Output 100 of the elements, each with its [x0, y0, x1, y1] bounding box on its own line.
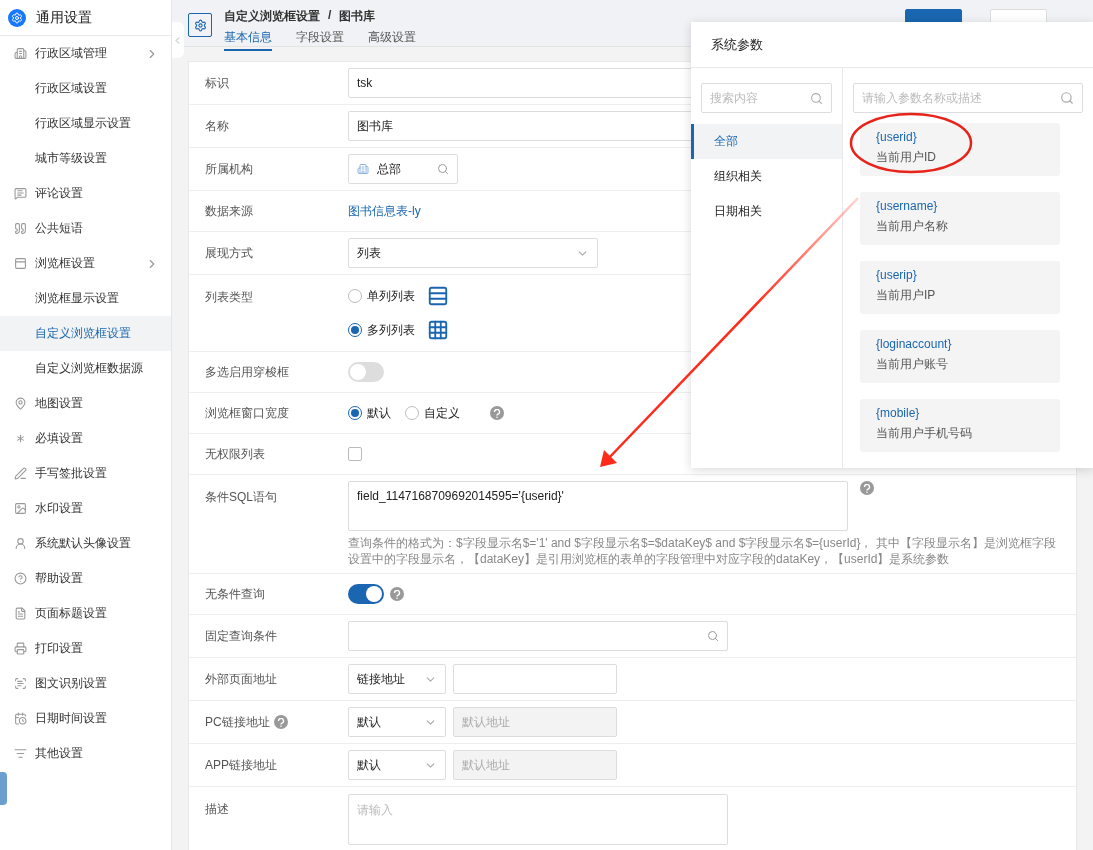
param-description: 当前用户ID [876, 149, 937, 166]
param-description: 当前用户名称 [876, 218, 949, 235]
settings-icon [188, 13, 212, 37]
field-label: 标识 [205, 74, 229, 92]
rows-icon [427, 285, 449, 307]
sidebar-item[interactable]: 浏览框设置 [0, 246, 171, 281]
field-label: 列表类型 [205, 289, 253, 306]
tab[interactable]: 高级设置 [368, 29, 416, 51]
param-description: 当前用户账号 [876, 356, 949, 373]
param-code: {username} [876, 199, 939, 213]
tab[interactable]: 基本信息 [224, 29, 272, 51]
param-card[interactable]: {userip} 当前用户IP [860, 261, 1060, 314]
sidebar-item[interactable]: 评论设置 [0, 176, 171, 211]
field-label: 固定查询条件 [205, 627, 277, 645]
grid-icon [427, 319, 449, 341]
search-icon [1060, 91, 1074, 105]
link-type-select[interactable]: 链接地址 [348, 664, 446, 694]
sidebar-item[interactable]: 地图设置 [0, 386, 171, 421]
expand-handle[interactable] [0, 772, 7, 805]
sidebar-subitem[interactable]: 浏览框显示设置 [0, 281, 171, 316]
tab[interactable]: 字段设置 [296, 29, 344, 51]
sidebar-item[interactable]: 图文识别设置 [0, 666, 171, 701]
menu-item-icon [14, 397, 27, 410]
field-label: 名称 [205, 117, 229, 135]
menu-item-icon [14, 502, 27, 515]
popover-title: 系统参数 [711, 35, 763, 54]
param-card[interactable]: {username} 当前用户名称 [860, 192, 1060, 245]
collapse-handle[interactable] [172, 22, 184, 58]
category-item[interactable]: 组织相关 [691, 159, 842, 194]
toggle-switch[interactable] [348, 584, 384, 604]
sidebar-title-text: 通用设置 [36, 8, 92, 27]
search-field[interactable] [348, 621, 728, 651]
breadcrumb-item: 图书库 [339, 8, 376, 25]
sidebar-item[interactable]: 公共短语 [0, 211, 171, 246]
settings-icon [8, 8, 26, 27]
field-label: 数据来源 [205, 202, 253, 220]
param-card[interactable]: {mobile} 当前用户手机号码 [860, 399, 1060, 452]
field-label: 多选启用穿梭框 [205, 363, 289, 381]
help-icon[interactable] [390, 587, 404, 601]
menu-item-icon [14, 747, 27, 760]
menu-item-icon [14, 572, 27, 585]
field-label: 浏览框窗口宽度 [205, 404, 289, 422]
param-card[interactable]: {loginaccount} 当前用户账号 [860, 330, 1060, 383]
menu-item-icon [14, 677, 27, 690]
toggle-switch[interactable] [348, 362, 384, 382]
sql-field[interactable]: field_1147168709692014595='{userid}' [348, 481, 848, 531]
param-card[interactable]: {userid} 当前用户ID [860, 123, 1060, 176]
sidebar-item[interactable]: 日期时间设置 [0, 701, 171, 736]
menu-item-icon [14, 712, 27, 725]
menu-item-icon [14, 537, 27, 550]
param-description: 当前用户IP [876, 287, 937, 304]
radio-option[interactable]: 默认 [348, 404, 391, 422]
menu-item-icon [14, 222, 27, 235]
category-item[interactable]: 日期相关 [691, 194, 842, 229]
sidebar-subitem[interactable]: 自定义浏览框数据源 [0, 351, 171, 386]
category-item[interactable]: 全部 [691, 124, 842, 159]
menu-item-icon [14, 432, 27, 445]
help-icon[interactable] [490, 406, 504, 420]
address-field[interactable] [453, 664, 617, 694]
radio-option[interactable]: 单列列表 [348, 287, 415, 305]
field-label: 无条件查询 [205, 585, 265, 603]
sidebar-item[interactable]: 打印设置 [0, 631, 171, 666]
field-label: 无权限列表 [205, 445, 265, 463]
field-label: 外部页面地址 [205, 670, 277, 688]
sidebar-item[interactable]: 行政区域管理 [0, 36, 171, 71]
display-select[interactable]: 列表 [348, 238, 598, 268]
search-icon [437, 163, 449, 175]
sidebar-item[interactable]: 帮助设置 [0, 561, 171, 596]
breadcrumb-item[interactable]: 自定义浏览框设置 [224, 8, 320, 25]
sidebar-subitem[interactable]: 行政区域设置 [0, 71, 171, 106]
menu-item-icon [14, 47, 27, 60]
menu-item-icon [14, 467, 27, 480]
radio-option[interactable]: 多列列表 [348, 321, 415, 339]
menu-item-icon [14, 607, 27, 620]
sidebar-item[interactable]: 手写签批设置 [0, 456, 171, 491]
field-label: PC链接地址 [205, 713, 270, 731]
param-description: 当前用户手机号码 [876, 425, 973, 442]
sidebar-subitem[interactable]: 自定义浏览框设置 [0, 316, 171, 351]
sidebar-item[interactable]: 系统默认头像设置 [0, 526, 171, 561]
field-label: 展现方式 [205, 244, 253, 262]
menu-item-icon [14, 642, 27, 655]
sidebar-item[interactable]: 必填设置 [0, 421, 171, 456]
breadcrumb-separator: / [328, 8, 332, 24]
sidebar-item[interactable]: 其他设置 [0, 736, 171, 771]
field-label: 所属机构 [205, 160, 253, 178]
menu-item-icon [14, 187, 27, 200]
checkbox[interactable] [348, 447, 362, 461]
param-code: {mobile} [876, 406, 921, 420]
sidebar-subitem[interactable]: 城市等级设置 [0, 141, 171, 176]
sidebar-item[interactable]: 页面标题设置 [0, 596, 171, 631]
search-icon [707, 630, 719, 642]
param-code: {userid} [876, 130, 918, 144]
help-icon[interactable] [860, 481, 874, 495]
sidebar-item[interactable]: 水印设置 [0, 491, 171, 526]
field-label: 条件SQL语句 [205, 489, 277, 506]
data-source-link[interactable]: 图书信息表-ly [348, 202, 421, 220]
radio-option[interactable]: 自定义 [405, 404, 460, 422]
org-field[interactable]: 总部 [348, 154, 458, 184]
search-icon [810, 91, 823, 105]
sidebar-subitem[interactable]: 行政区域显示设置 [0, 106, 171, 141]
